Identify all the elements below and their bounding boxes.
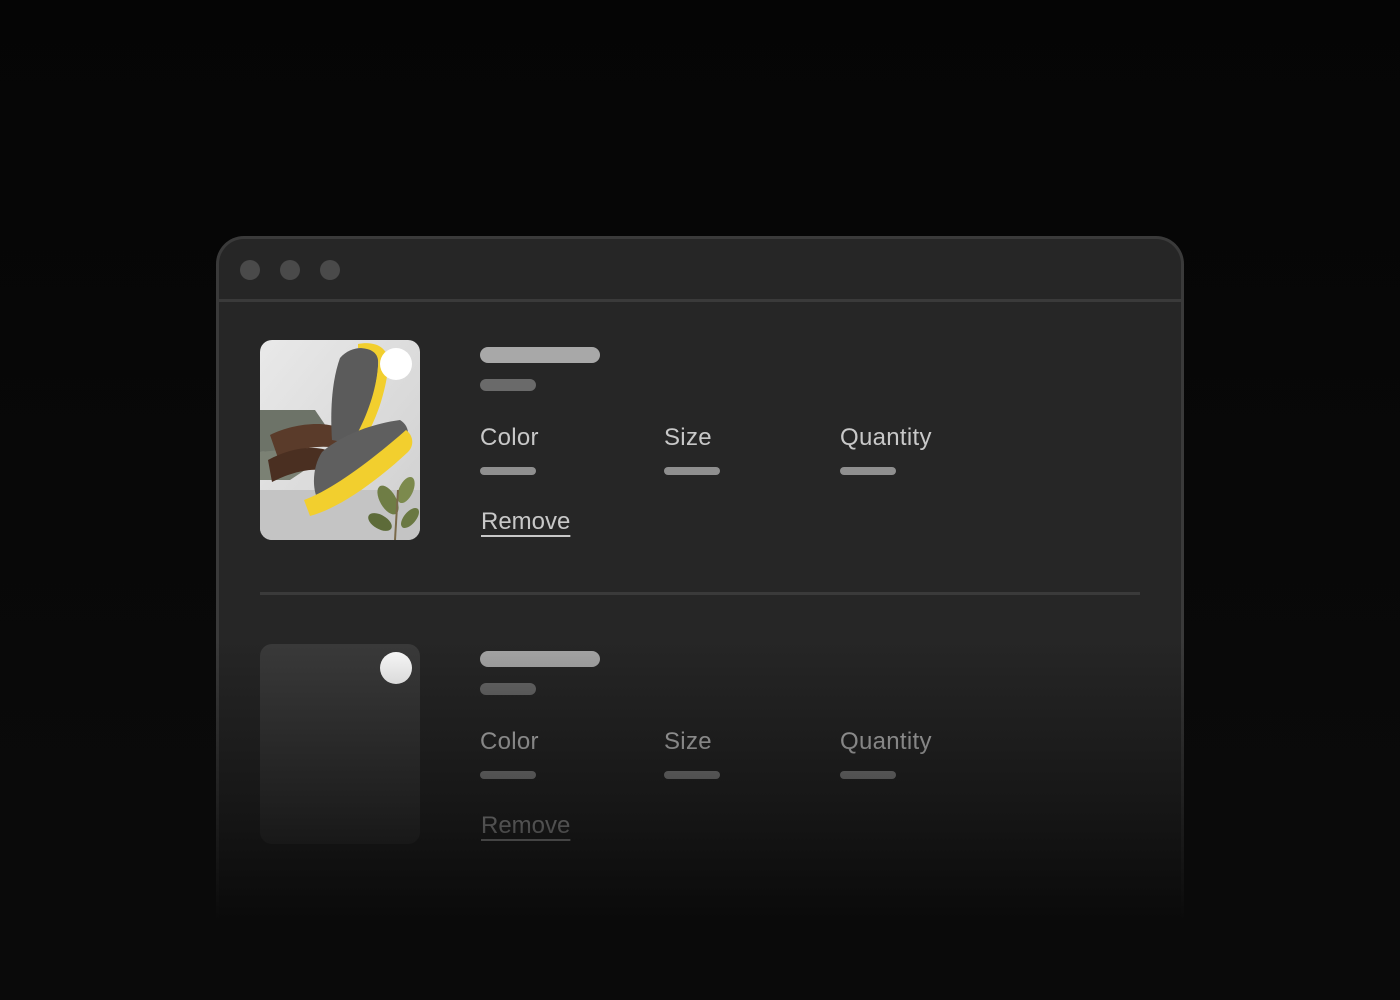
minimize-window-icon[interactable]	[280, 260, 300, 280]
item-divider	[260, 592, 1140, 595]
quantity-value-placeholder[interactable]	[840, 467, 896, 475]
size-value-placeholder[interactable]	[664, 771, 720, 779]
product-image[interactable]	[260, 340, 420, 540]
window-titlebar	[219, 239, 1181, 302]
maximize-window-icon[interactable]	[320, 260, 340, 280]
color-label: Color	[480, 728, 539, 755]
product-price-placeholder	[480, 379, 536, 391]
remove-link[interactable]: Remove	[481, 508, 570, 536]
favorite-toggle[interactable]	[380, 652, 412, 684]
product-title-placeholder	[480, 651, 600, 667]
quantity-value-placeholder[interactable]	[840, 771, 896, 779]
product-title-placeholder	[480, 347, 600, 363]
product-price-placeholder	[480, 683, 536, 695]
stage: Color Size Quantity Remove Color Size Qu…	[0, 0, 1400, 1000]
cart-item: Color Size Quantity Remove	[260, 644, 1140, 844]
size-label: Size	[664, 424, 712, 451]
remove-link[interactable]: Remove	[481, 812, 570, 840]
color-value-placeholder[interactable]	[480, 771, 536, 779]
product-image-placeholder[interactable]	[260, 644, 420, 844]
quantity-label: Quantity	[840, 728, 932, 755]
favorite-toggle[interactable]	[380, 348, 412, 380]
color-label: Color	[480, 424, 539, 451]
browser-window: Color Size Quantity Remove Color Size Qu…	[216, 236, 1184, 936]
size-label: Size	[664, 728, 712, 755]
size-value-placeholder[interactable]	[664, 467, 720, 475]
close-window-icon[interactable]	[240, 260, 260, 280]
color-value-placeholder[interactable]	[480, 467, 536, 475]
quantity-label: Quantity	[840, 424, 932, 451]
cart-item: Color Size Quantity Remove	[260, 340, 1140, 540]
